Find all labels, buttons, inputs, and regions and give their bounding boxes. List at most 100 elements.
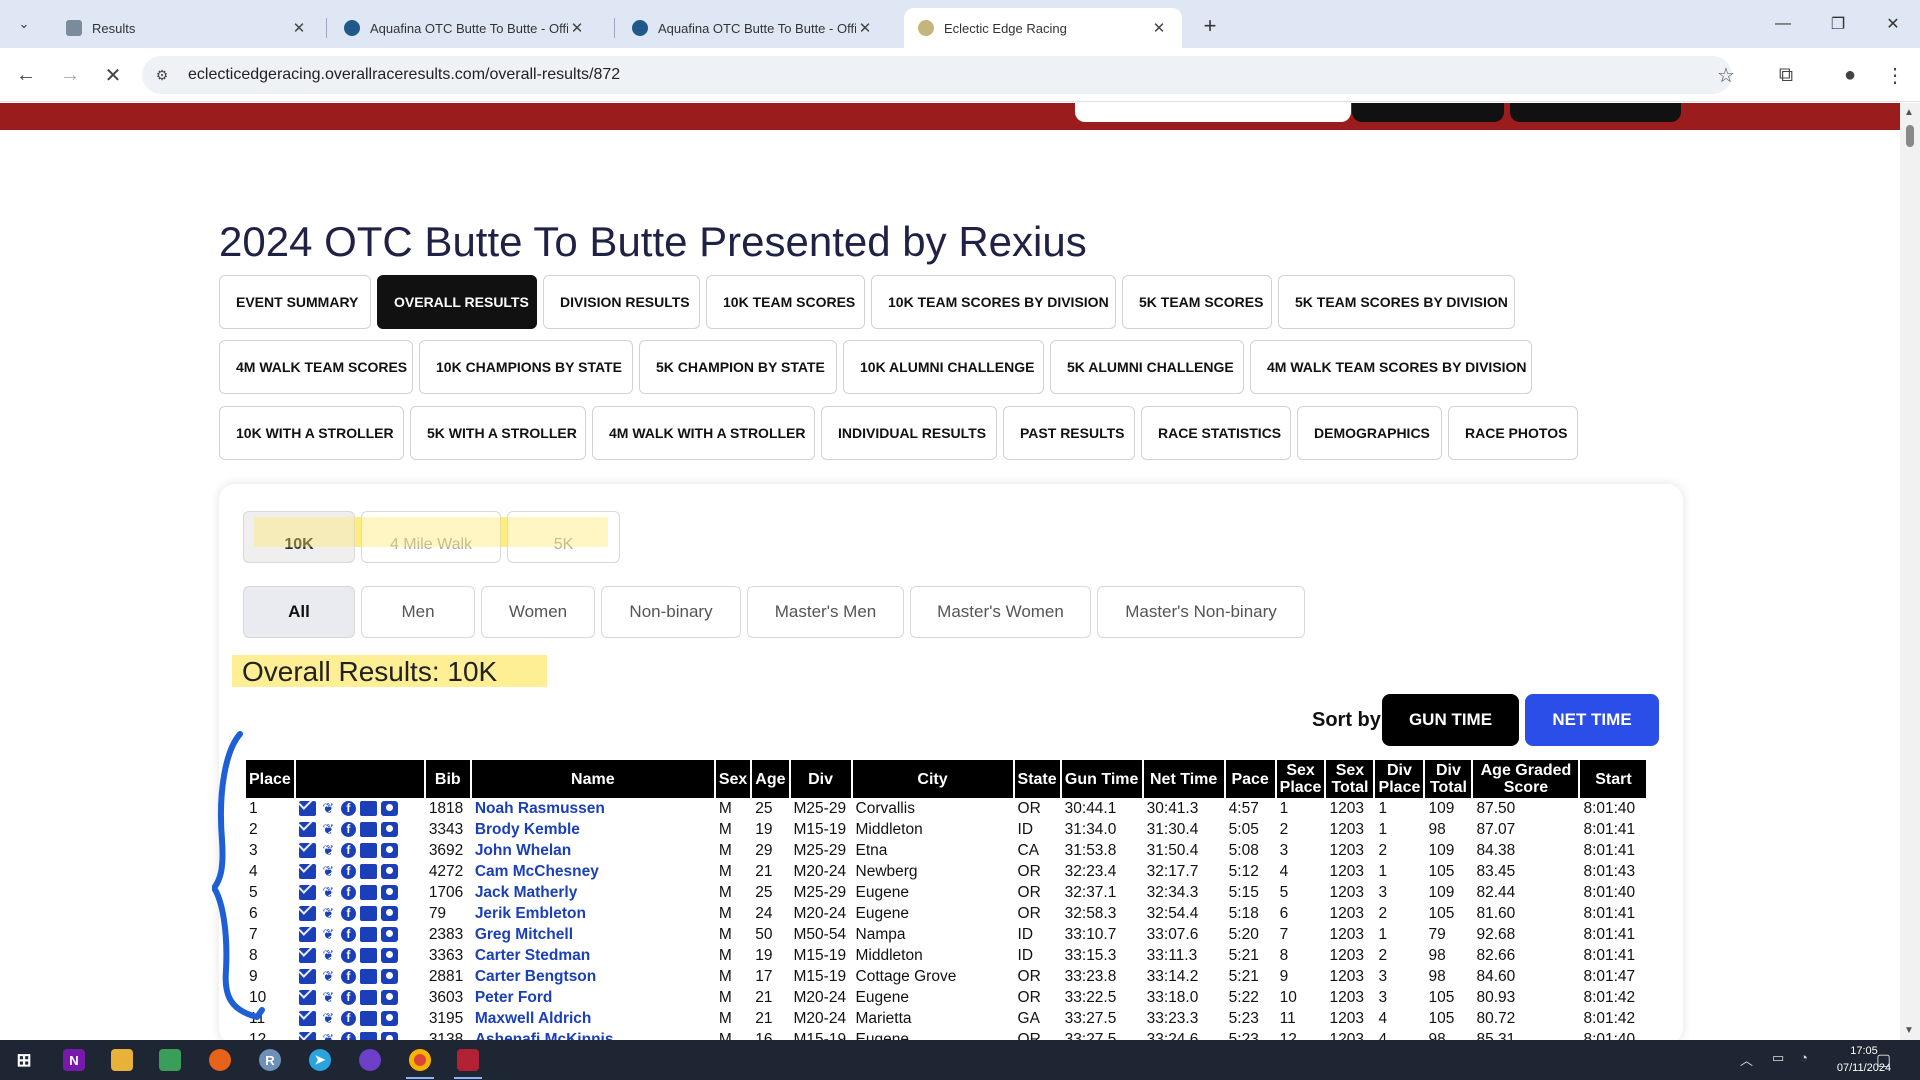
close-tab-icon[interactable]: ✕ <box>856 19 874 37</box>
taskbar-onenote[interactable]: N <box>54 1044 94 1076</box>
filter-women[interactable]: Women <box>481 586 595 638</box>
taskbar-chrome[interactable] <box>400 1044 440 1079</box>
filter-masters-women[interactable]: Master's Women <box>910 586 1091 638</box>
column-header[interactable]: Sex Place <box>1276 760 1325 798</box>
camera-icon[interactable] <box>380 1011 398 1026</box>
runner-name-link[interactable]: Brody Kemble <box>475 821 580 838</box>
email-icon[interactable] <box>298 843 316 858</box>
email-icon[interactable] <box>298 906 316 921</box>
tab-aquafina-2[interactable]: Aquafina OTC Butte To Butte - Official ✕ <box>618 8 888 48</box>
demographics-button[interactable]: DEMOGRAPHICS <box>1297 406 1442 460</box>
back-icon[interactable]: ← <box>12 61 40 89</box>
print-icon[interactable] <box>359 885 377 900</box>
past-results-button[interactable]: PAST RESULTS <box>1003 406 1135 460</box>
runner-name-link[interactable]: Peter Ford <box>475 989 553 1006</box>
twitter-icon[interactable]: ❦ <box>320 969 337 984</box>
10k-team-scores-by-division-button[interactable]: 10K TEAM SCORES BY DIVISION <box>871 275 1116 329</box>
taskbar-firefox[interactable] <box>200 1044 240 1076</box>
gun-time-sort-button[interactable]: GUN TIME <box>1382 694 1519 746</box>
print-icon[interactable] <box>359 990 377 1005</box>
cell-name[interactable]: Maxwell Aldrich <box>472 1008 714 1029</box>
new-tab-button[interactable]: + <box>1196 12 1224 40</box>
race-photos-button[interactable]: RACE PHOTOS <box>1448 406 1578 460</box>
scroll-up-icon[interactable]: ▲ <box>1904 107 1914 118</box>
5k-team-scores-by-division-button[interactable]: 5K TEAM SCORES BY DIVISION <box>1278 275 1515 329</box>
taskbar-file-explorer[interactable] <box>102 1044 142 1076</box>
column-header[interactable] <box>295 760 424 798</box>
site-search-input[interactable] <box>1075 103 1351 122</box>
10k-with-stroller-button[interactable]: 10K WITH A STROLLER <box>219 406 404 460</box>
facebook-icon[interactable]: f <box>340 906 356 921</box>
column-header[interactable]: Age Graded Score <box>1473 760 1579 798</box>
runner-name-link[interactable]: Maxwell Aldrich <box>475 1010 592 1027</box>
print-icon[interactable] <box>359 843 377 858</box>
scroll-down-icon[interactable]: ▼ <box>1904 1025 1914 1036</box>
stop-loading-icon[interactable]: ✕ <box>99 61 127 89</box>
tab-search-icon[interactable]: ⌄ <box>12 12 36 36</box>
overall-results-button[interactable]: OVERALL RESULTS <box>377 275 537 329</box>
print-icon[interactable] <box>359 864 377 879</box>
profile-avatar-icon[interactable]: ● <box>1836 61 1864 89</box>
print-icon[interactable] <box>359 822 377 837</box>
bookmark-star-icon[interactable]: ☆ <box>1712 61 1740 89</box>
column-header[interactable]: Age <box>752 760 789 798</box>
facebook-icon[interactable]: f <box>340 885 356 900</box>
email-icon[interactable] <box>298 1032 316 1040</box>
cell-name[interactable]: Greg Mitchell <box>472 924 714 945</box>
runner-name-link[interactable]: Noah Rasmussen <box>475 800 605 817</box>
column-header[interactable]: Div <box>790 760 851 798</box>
camera-icon[interactable] <box>380 885 398 900</box>
column-header[interactable]: Gun Time <box>1061 760 1142 798</box>
4m-walk-team-scores-by-division-button[interactable]: 4M WALK TEAM SCORES BY DIVISION <box>1250 340 1532 394</box>
cell-name[interactable]: Cam McChesney <box>472 861 714 882</box>
facebook-icon[interactable]: f <box>340 822 356 837</box>
division-results-button[interactable]: DIVISION RESULTS <box>543 275 700 329</box>
column-header[interactable]: State <box>1014 760 1060 798</box>
5k-alumni-challenge-button[interactable]: 5K ALUMNI CHALLENGE <box>1050 340 1244 394</box>
print-icon[interactable] <box>359 969 377 984</box>
camera-icon[interactable] <box>380 822 398 837</box>
5k-with-stroller-button[interactable]: 5K WITH A STROLLER <box>410 406 586 460</box>
email-icon[interactable] <box>298 1011 316 1026</box>
site-nav-button[interactable] <box>1352 103 1504 122</box>
facebook-icon[interactable]: f <box>340 1032 356 1040</box>
runner-name-link[interactable]: Carter Bengtson <box>475 968 596 985</box>
extensions-icon[interactable]: ⧉ <box>1772 61 1800 89</box>
column-header[interactable]: Sex Total <box>1326 760 1374 798</box>
facebook-icon[interactable]: f <box>340 927 356 942</box>
facebook-icon[interactable]: f <box>340 990 356 1005</box>
print-icon[interactable] <box>359 1032 377 1040</box>
column-header[interactable]: Bib <box>425 760 470 798</box>
column-header[interactable]: Start <box>1580 760 1647 798</box>
tab-eclectic-edge-racing[interactable]: Eclectic Edge Racing ✕ <box>904 8 1182 48</box>
twitter-icon[interactable]: ❦ <box>320 864 337 879</box>
runner-name-link[interactable]: John Whelan <box>475 842 571 859</box>
runner-name-link[interactable]: Jack Matherly <box>475 884 578 901</box>
4m-walk-with-stroller-button[interactable]: 4M WALK WITH A STROLLER <box>592 406 815 460</box>
cell-name[interactable]: Ashenafi McKinnis <box>472 1029 714 1041</box>
twitter-icon[interactable]: ❦ <box>320 843 337 858</box>
tab-results[interactable]: Results ✕ <box>52 8 322 48</box>
close-window-icon[interactable]: ✕ <box>1878 10 1908 38</box>
10k-champions-by-state-button[interactable]: 10K CHAMPIONS BY STATE <box>419 340 633 394</box>
5k-team-scores-button[interactable]: 5K TEAM SCORES <box>1122 275 1272 329</box>
print-icon[interactable] <box>359 927 377 942</box>
column-header[interactable]: Name <box>471 760 714 798</box>
twitter-icon[interactable]: ❦ <box>320 885 337 900</box>
10k-team-scores-button[interactable]: 10K TEAM SCORES <box>706 275 865 329</box>
10k-alumni-challenge-button[interactable]: 10K ALUMNI CHALLENGE <box>843 340 1044 394</box>
print-icon[interactable] <box>359 1011 377 1026</box>
address-bar[interactable]: ⚙ eclecticedgeracing.overallraceresults.… <box>142 56 1732 94</box>
notifications-icon[interactable]: ▢ <box>1876 1050 1891 1070</box>
column-header[interactable]: Div Total <box>1425 760 1472 798</box>
email-icon[interactable] <box>298 801 316 816</box>
4m-walk-team-scores-button[interactable]: 4M WALK TEAM SCORES <box>219 340 413 394</box>
forward-icon[interactable]: → <box>56 61 84 89</box>
facebook-icon[interactable]: f <box>340 801 356 816</box>
cell-name[interactable]: Jack Matherly <box>472 882 714 903</box>
twitter-icon[interactable]: ❦ <box>320 990 337 1005</box>
facebook-icon[interactable]: f <box>340 864 356 879</box>
event-summary-button[interactable]: EVENT SUMMARY <box>219 275 371 329</box>
facebook-icon[interactable]: f <box>340 843 356 858</box>
start-button[interactable]: ⊞ <box>4 1044 44 1076</box>
